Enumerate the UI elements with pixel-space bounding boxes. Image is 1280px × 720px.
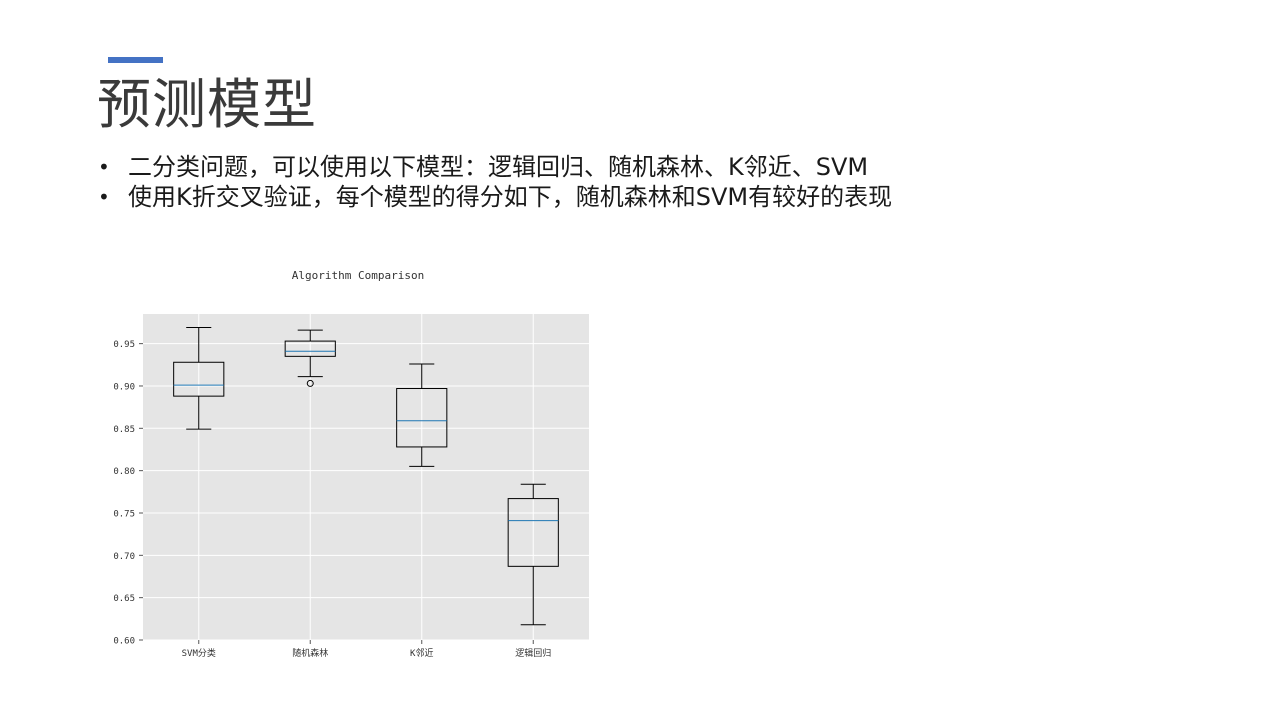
- plot-background: [143, 314, 589, 640]
- boxplot-svg: Algorithm Comparison 0.60 0.65 0.70 0.75 0.8…: [113, 269, 589, 659]
- y-tick-label: 0.90: [113, 382, 135, 392]
- y-tick-label: 0.65: [113, 594, 135, 604]
- y-tick-label: 0.85: [113, 425, 135, 435]
- y-tick-label: 0.95: [113, 340, 135, 350]
- x-tick-label: 逻辑回归: [515, 647, 551, 659]
- bullet-dot: •: [98, 185, 110, 209]
- x-tick-label: 随机森林: [292, 647, 328, 659]
- title-accent-bar: [108, 57, 163, 63]
- boxplot-chart: Algorithm Comparison 0.60 0.65 0.70 0.75 0.8…: [100, 258, 600, 668]
- y-tick-label: 0.60: [113, 637, 135, 647]
- bullet-text: 使用K折交叉验证，每个模型的得分如下，随机森林和SVM有较好的表现: [128, 183, 893, 211]
- slide-title: 预测模型: [97, 73, 317, 136]
- plot-area: 0.60 0.65 0.70 0.75 0.80 0.85 0.90 0.95 SVM分类 随机森…: [113, 314, 589, 659]
- bullet-item: • 使用K折交叉验证，每个模型的得分如下，随机森林和SVM有较好的表现: [98, 182, 892, 212]
- chart-title: Algorithm Comparison: [292, 269, 424, 282]
- x-tick-label: K邻近: [410, 647, 433, 659]
- slide: 预测模型 • 二分类问题，可以使用以下模型：逻辑回归、随机森林、K邻近、SVM …: [0, 0, 1280, 720]
- x-tick-label: SVM分类: [182, 647, 216, 659]
- y-tick-label: 0.80: [113, 467, 135, 477]
- bullet-list: • 二分类问题，可以使用以下模型：逻辑回归、随机森林、K邻近、SVM • 使用K…: [98, 152, 892, 212]
- bullet-item: • 二分类问题，可以使用以下模型：逻辑回归、随机森林、K邻近、SVM: [98, 152, 892, 182]
- y-tick-label: 0.75: [113, 509, 135, 519]
- bullet-dot: •: [98, 155, 110, 179]
- bullet-text: 二分类问题，可以使用以下模型：逻辑回归、随机森林、K邻近、SVM: [128, 153, 869, 181]
- y-tick-label: 0.70: [113, 552, 135, 562]
